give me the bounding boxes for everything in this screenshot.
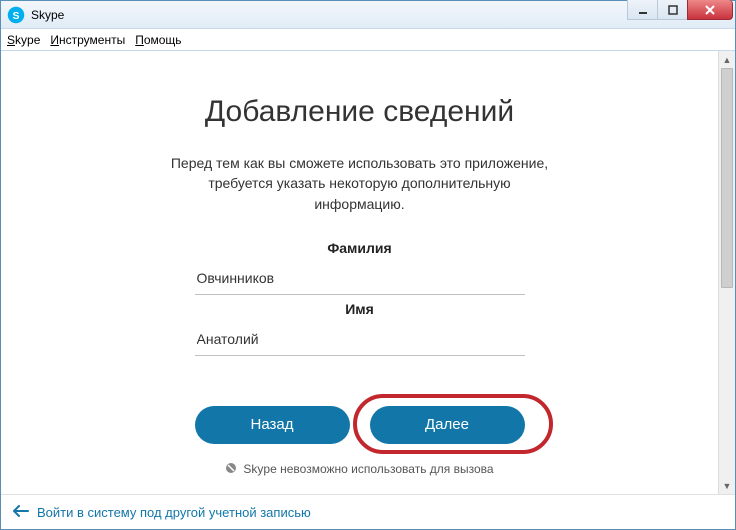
status-text: Skype невозможно использовать для вызова — [243, 462, 493, 476]
status-icon — [225, 462, 237, 477]
close-button[interactable] — [687, 0, 733, 20]
next-button[interactable]: Далее — [370, 406, 525, 444]
vertical-scrollbar[interactable]: ▲ ▼ — [718, 51, 735, 494]
footer: Войти в систему под другой учетной запис… — [1, 495, 735, 529]
window-buttons — [627, 0, 733, 20]
menu-help[interactable]: Помощь — [135, 33, 181, 47]
firstname-label: Имя — [345, 301, 374, 317]
minimize-button[interactable] — [627, 0, 657, 20]
button-row: Назад Далее — [195, 406, 525, 444]
svg-text:S: S — [12, 9, 19, 21]
menu-tools[interactable]: Инструменты — [50, 33, 125, 47]
lastname-label: Фамилия — [327, 240, 391, 256]
scrollbar-thumb[interactable] — [721, 68, 733, 288]
menu-skype[interactable]: Skype — [7, 33, 40, 47]
titlebar[interactable]: S Skype — [1, 1, 735, 29]
content-area: Добавление сведений Перед тем как вы смо… — [1, 51, 735, 494]
scroll-down-icon[interactable]: ▼ — [719, 477, 735, 494]
maximize-button[interactable] — [657, 0, 687, 20]
status-line: Skype невозможно использовать для вызова — [225, 462, 493, 477]
page-description: Перед тем как вы сможете использовать эт… — [170, 153, 550, 214]
window-title: Skype — [31, 8, 64, 22]
window-frame: S Skype Skype Инструменты Помощь Добавле… — [0, 0, 736, 530]
arrow-left-icon — [13, 505, 29, 520]
menubar: Skype Инструменты Помощь — [1, 29, 735, 51]
lastname-input[interactable] — [195, 264, 525, 295]
back-button[interactable]: Назад — [195, 406, 350, 444]
content: Добавление сведений Перед тем как вы смо… — [1, 51, 718, 494]
skype-icon: S — [7, 6, 25, 24]
signin-other-link[interactable]: Войти в систему под другой учетной запис… — [13, 505, 311, 520]
page-title: Добавление сведений — [205, 95, 514, 129]
firstname-input[interactable] — [195, 325, 525, 356]
signin-other-label: Войти в систему под другой учетной запис… — [37, 505, 311, 520]
scrollbar-track[interactable] — [719, 68, 735, 477]
scroll-up-icon[interactable]: ▲ — [719, 51, 735, 68]
